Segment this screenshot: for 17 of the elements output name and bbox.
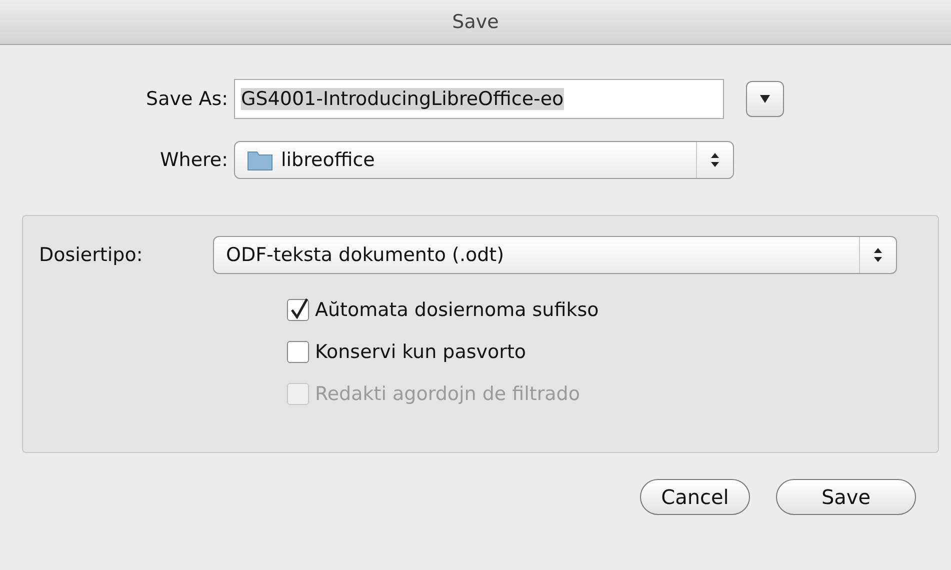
save-as-label: Save As: bbox=[145, 88, 229, 110]
triangle-down-icon bbox=[759, 94, 771, 104]
checkbox-option[interactable]: Konservi kun pasvorto bbox=[287, 336, 526, 368]
location-popup[interactable]: libreoffice bbox=[234, 141, 734, 179]
checkmark-icon bbox=[289, 298, 309, 320]
expand-button[interactable] bbox=[746, 81, 784, 117]
where-label: Where: bbox=[158, 149, 229, 171]
up-down-arrows-icon bbox=[873, 247, 883, 263]
file-type-popup[interactable]: ODF-teksta dokumento (.odt) bbox=[213, 236, 897, 274]
dialog-button[interactable]: Cancel bbox=[640, 479, 750, 515]
folder-icon bbox=[247, 149, 273, 171]
checkbox-option[interactable]: Aŭtomata dosiernoma sufikso bbox=[287, 294, 599, 326]
up-down-arrows-icon bbox=[710, 152, 720, 168]
file-name-field[interactable]: GS4001-IntroducingLibreOffice-eo bbox=[234, 79, 724, 119]
dialog-button[interactable]: Save bbox=[776, 479, 916, 515]
file-type-label: Dosiertipo: bbox=[38, 244, 144, 266]
window-title: Save bbox=[452, 11, 499, 33]
